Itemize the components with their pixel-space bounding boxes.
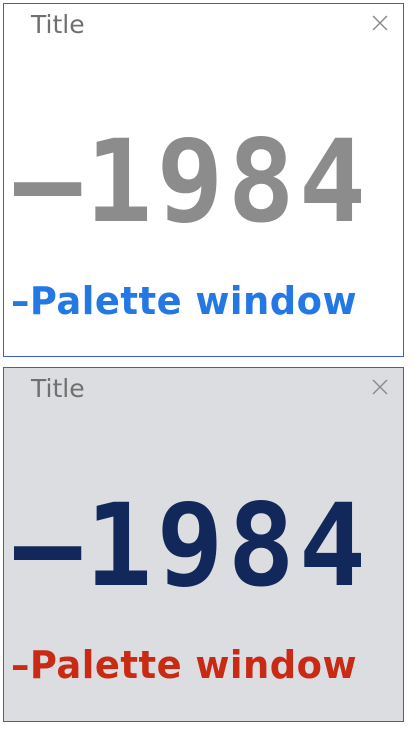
palette-window-dark: Title –1984 –Palette window xyxy=(3,367,404,722)
window-title: Title xyxy=(31,374,85,403)
palette-window-label: –Palette window xyxy=(11,279,358,323)
year-display: –1984 xyxy=(14,479,370,612)
year-display: –1984 xyxy=(14,115,370,248)
palette-window-light: Title –1984 –Palette window xyxy=(3,3,404,357)
close-button[interactable] xyxy=(371,14,389,32)
close-icon xyxy=(372,379,388,395)
palette-window-label: –Palette window xyxy=(11,643,358,687)
close-button[interactable] xyxy=(371,378,389,396)
close-icon xyxy=(372,15,388,31)
window-title: Title xyxy=(31,10,85,39)
